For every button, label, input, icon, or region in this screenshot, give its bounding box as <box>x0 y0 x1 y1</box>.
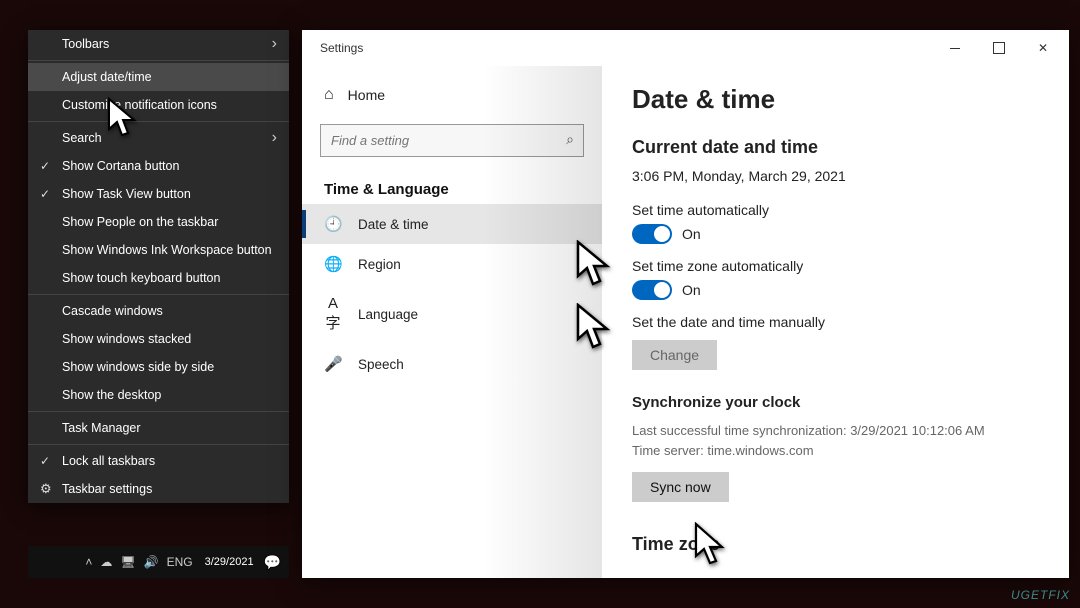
home-icon: ⌂ <box>324 86 334 104</box>
current-heading: Current date and time <box>632 137 1039 158</box>
set-tz-auto-state: On <box>682 282 701 298</box>
sidebar-item-label: Region <box>358 257 401 272</box>
watermark: UGETFIX <box>1011 588 1070 602</box>
sync-now-button[interactable]: Sync now <box>632 472 729 502</box>
minimize-button[interactable] <box>933 32 977 64</box>
context-menu-item[interactable]: Lock all taskbars <box>28 447 289 475</box>
context-menu-item[interactable]: Show People on the taskbar <box>28 208 289 236</box>
region-icon: 🌐 <box>324 255 342 273</box>
change-button: Change <box>632 340 717 370</box>
search-icon: ⌕ <box>566 131 574 148</box>
settings-window: Settings ⌂ Home ⌕ Time & Language 🕘 Date … <box>302 30 1069 578</box>
close-button[interactable] <box>1021 32 1065 64</box>
context-menu-item[interactable]: Task Manager <box>28 414 289 442</box>
context-menu-item[interactable]: Show touch keyboard button <box>28 264 289 292</box>
notifications-icon[interactable]: 💬 <box>264 554 281 571</box>
context-menu-item[interactable]: Show the desktop <box>28 381 289 409</box>
current-datetime: 3:06 PM, Monday, March 29, 2021 <box>632 168 1039 184</box>
context-menu-item[interactable]: Show windows stacked <box>28 325 289 353</box>
onedrive-icon[interactable]: ☁ <box>100 555 112 569</box>
context-menu-item[interactable]: Show Windows Ink Workspace button <box>28 236 289 264</box>
taskbar-context-menu: Toolbars Adjust date/timeCustomize notifi… <box>28 30 289 503</box>
sync-server: Time server: time.windows.com <box>632 441 1039 461</box>
date-time-icon: 🕘 <box>324 215 342 233</box>
language-icon: A字 <box>324 295 342 333</box>
search-input[interactable] <box>320 124 584 157</box>
chevron-up-icon[interactable]: ˄ <box>85 555 92 569</box>
network-icon[interactable]: 🖥 <box>120 555 135 569</box>
taskbar-clock[interactable]: 3/29/2021 <box>205 556 254 568</box>
language-indicator[interactable]: ENG <box>167 555 193 569</box>
sidebar-item-label: Speech <box>358 357 404 372</box>
page-title: Date & time <box>632 84 1039 115</box>
home-link[interactable]: ⌂ Home <box>302 76 602 114</box>
search-box[interactable]: ⌕ <box>320 124 584 157</box>
titlebar: Settings <box>302 30 1069 66</box>
context-menu-item[interactable]: Taskbar settings <box>28 475 289 503</box>
set-tz-auto-toggle[interactable] <box>632 280 672 300</box>
manual-label: Set the date and time manually <box>632 314 1039 330</box>
set-time-auto-label: Set time automatically <box>632 202 1039 218</box>
sidebar-item-label: Language <box>358 307 418 322</box>
volume-icon[interactable]: 🔊 <box>144 555 159 569</box>
section-title: Time & Language <box>302 167 602 204</box>
window-title: Settings <box>320 41 363 55</box>
sidebar-item-language[interactable]: A字 Language <box>302 284 602 344</box>
context-menu-item[interactable]: Cascade windows <box>28 297 289 325</box>
context-menu-item[interactable]: Adjust date/time <box>28 63 289 91</box>
context-menu-item[interactable]: Customize notification icons <box>28 91 289 119</box>
taskbar: ˄ ☁ 🖥 🔊 ENG 3/29/2021 💬 <box>28 546 289 578</box>
sync-last: Last successful time synchronization: 3/… <box>632 421 1039 441</box>
set-time-auto-state: On <box>682 226 701 242</box>
home-label: Home <box>348 87 385 103</box>
context-menu-item[interactable]: Show Cortana button <box>28 152 289 180</box>
settings-sidebar: ⌂ Home ⌕ Time & Language 🕘 Date & time 🌐 Re… <box>302 66 602 578</box>
set-tz-auto-label: Set time zone automatically <box>632 258 1039 274</box>
sync-heading: Synchronize your clock <box>632 394 1039 411</box>
context-menu-item[interactable]: Toolbars <box>28 30 289 58</box>
sidebar-item-region[interactable]: 🌐 Region <box>302 244 602 284</box>
set-time-auto-toggle[interactable] <box>632 224 672 244</box>
speech-icon: 🎤 <box>324 355 342 373</box>
settings-main: Date & time Current date and time 3:06 P… <box>602 66 1069 578</box>
context-menu-item[interactable]: Search <box>28 124 289 152</box>
sidebar-item-label: Date & time <box>358 217 429 232</box>
context-menu-item[interactable]: Show Task View button <box>28 180 289 208</box>
sidebar-item-speech[interactable]: 🎤 Speech <box>302 344 602 384</box>
tz-heading: Time zone <box>632 534 1039 555</box>
context-menu-item[interactable]: Show windows side by side <box>28 353 289 381</box>
maximize-button[interactable] <box>977 32 1021 64</box>
sidebar-item-date-time[interactable]: 🕘 Date & time <box>302 204 602 244</box>
